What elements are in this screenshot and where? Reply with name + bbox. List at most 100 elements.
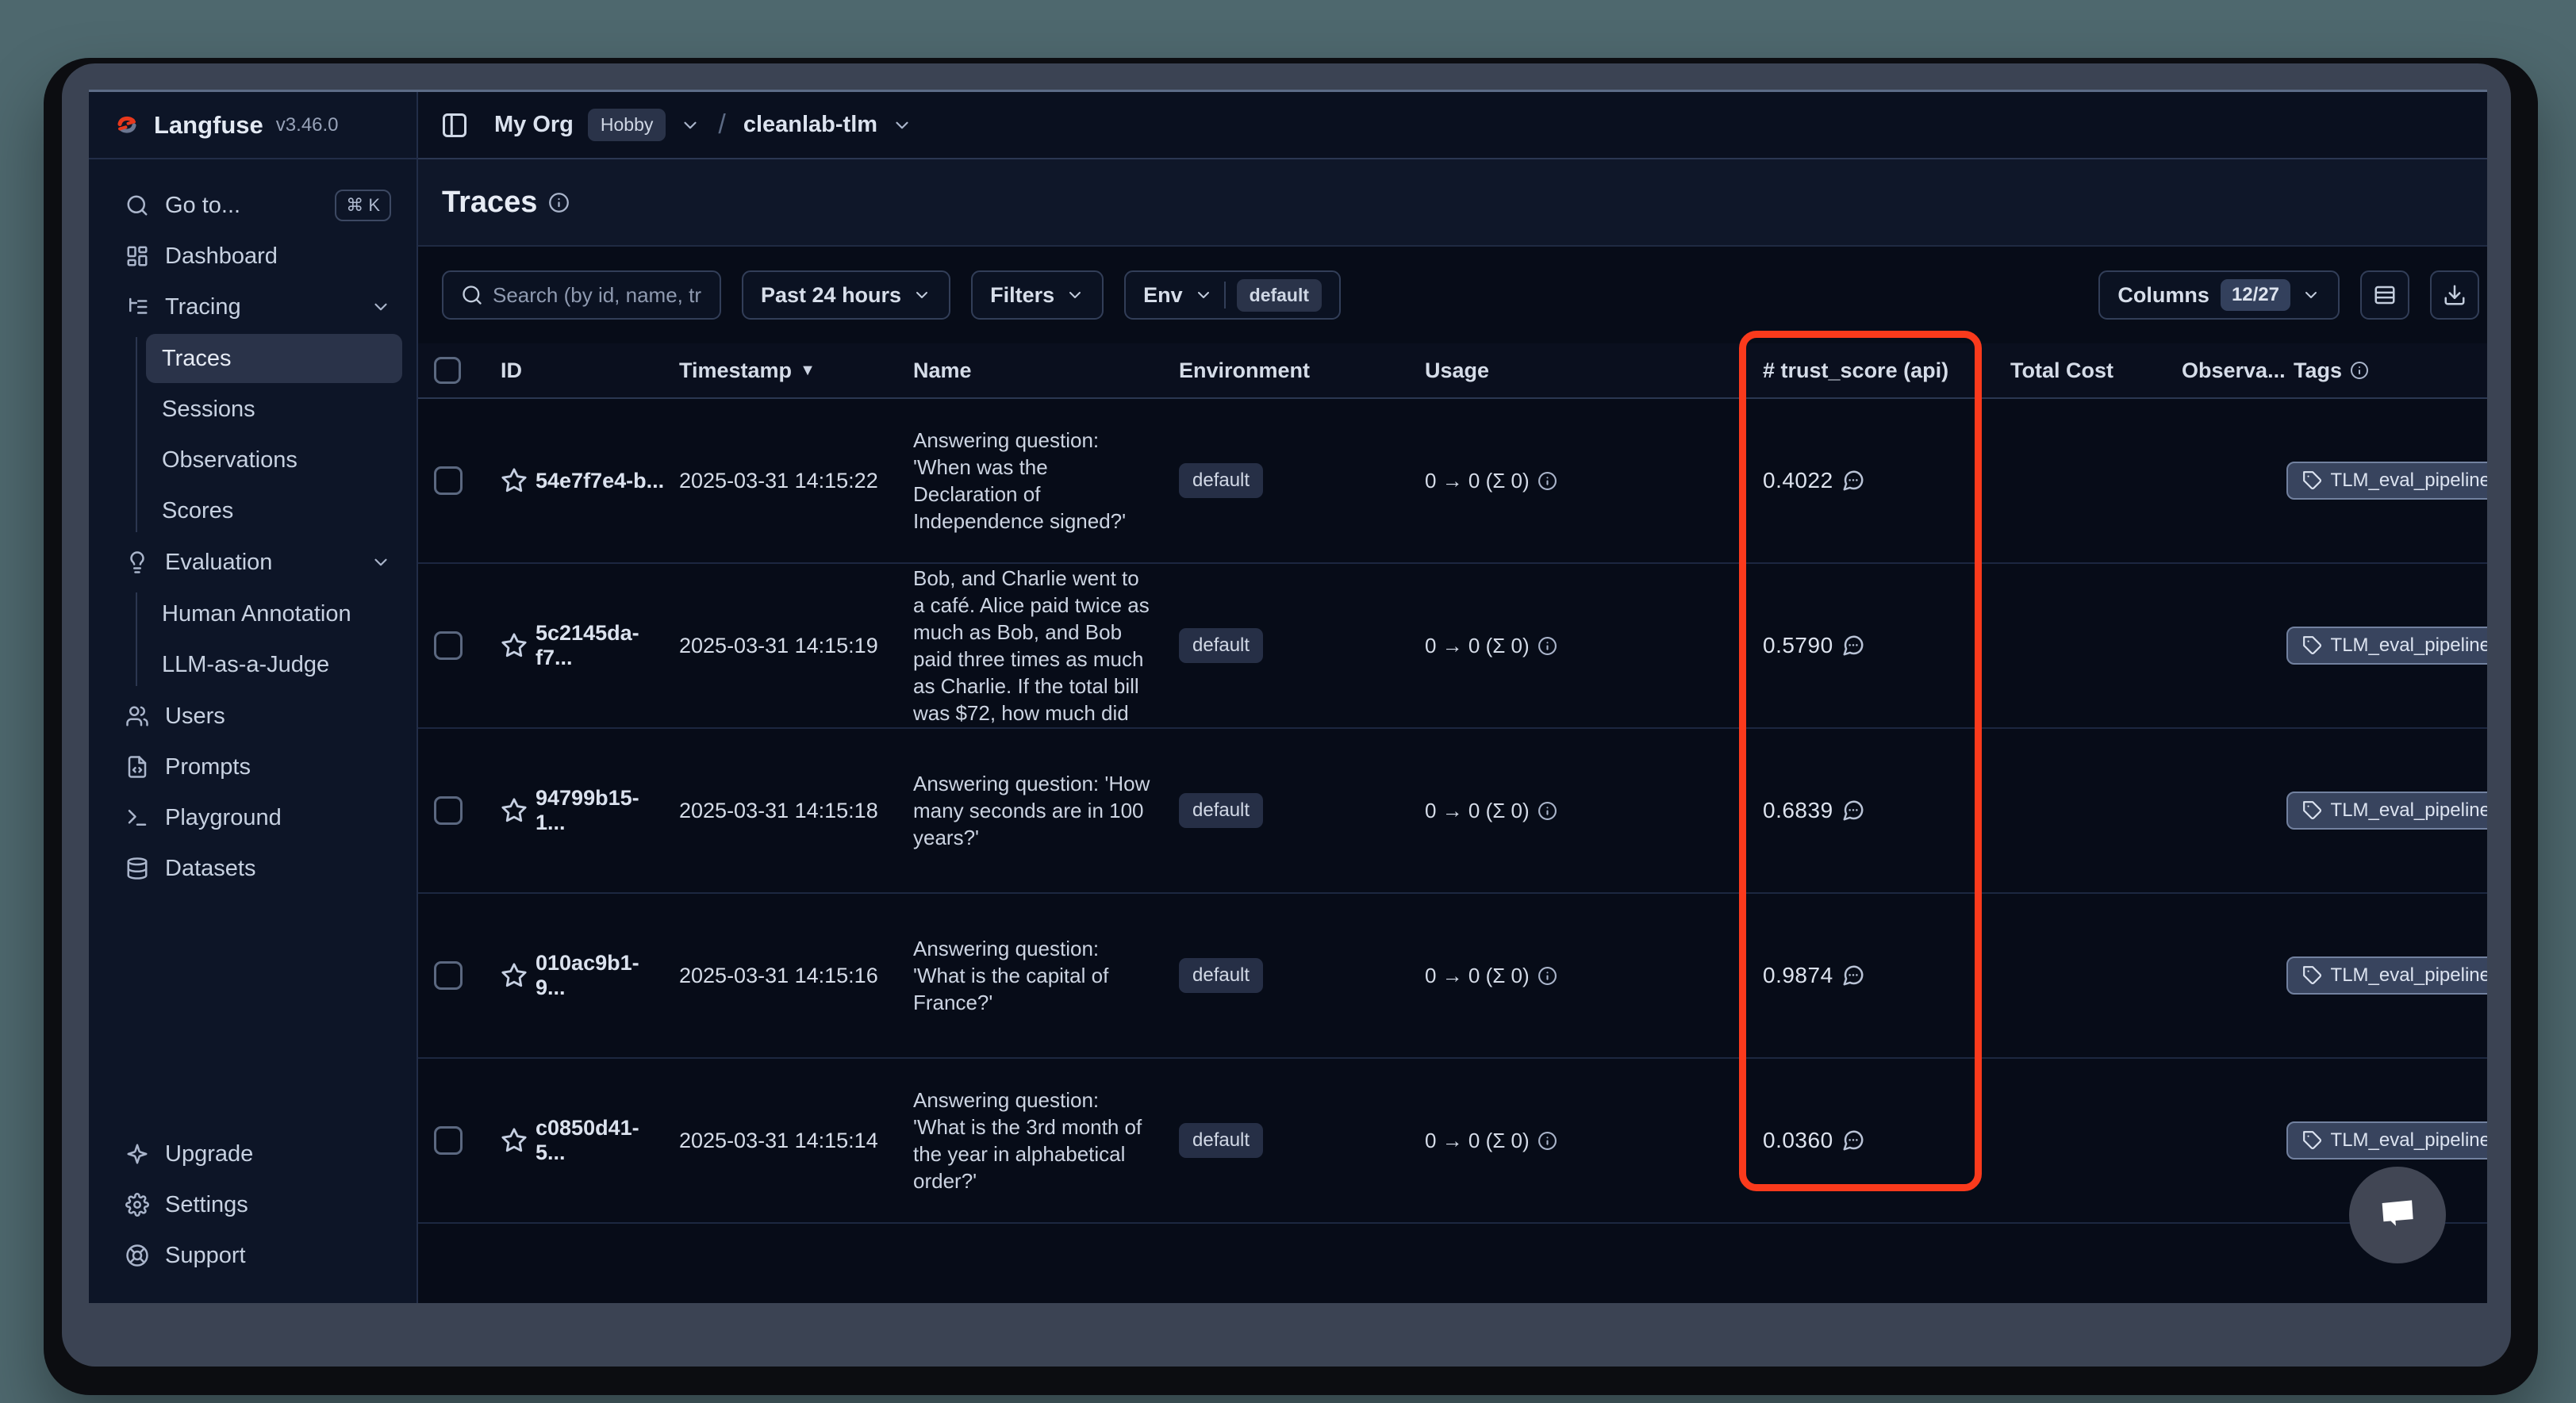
comment-bubble-icon[interactable]: [1841, 634, 1865, 657]
comment-bubble-icon[interactable]: [1841, 964, 1865, 987]
file-code-icon: [125, 755, 149, 779]
trace-id[interactable]: c0850d41-5...: [536, 1116, 668, 1165]
trace-id[interactable]: 5c2145da-f7...: [536, 621, 668, 670]
select-all-checkbox[interactable]: [434, 357, 461, 384]
project-name[interactable]: cleanlab-tlm: [743, 112, 877, 138]
columns-button[interactable]: Columns 12/27: [2098, 270, 2340, 320]
star-icon[interactable]: [501, 632, 528, 659]
trust-score-value: 0.5790: [1763, 633, 1833, 658]
sidebar-item-upgrade[interactable]: Upgrade: [103, 1129, 402, 1179]
column-header-total-cost[interactable]: Total Cost: [1985, 358, 2159, 383]
table-row[interactable]: c0850d41-5... 2025-03-31 14:15:14 Answer…: [418, 1059, 2487, 1224]
langfuse-logo-icon: [113, 111, 141, 140]
chat-widget-button[interactable]: [2349, 1167, 2446, 1263]
star-icon[interactable]: [501, 1127, 528, 1154]
trace-timestamp: 2025-03-31 14:15:22: [679, 469, 878, 493]
chevron-down-icon[interactable]: [680, 115, 701, 136]
goto-shortcut: ⌘ K: [335, 190, 391, 221]
trace-id[interactable]: 94799b15-1...: [536, 786, 668, 835]
chevron-down-icon[interactable]: [892, 115, 912, 136]
comment-bubble-icon[interactable]: [1841, 469, 1865, 493]
download-icon: [2443, 283, 2467, 307]
comment-bubble-icon[interactable]: [1841, 799, 1865, 822]
settings-label: Settings: [165, 1192, 248, 1218]
time-range-button[interactable]: Past 24 hours: [742, 270, 950, 320]
column-header-observations[interactable]: Observa...: [2159, 358, 2282, 383]
star-icon[interactable]: [501, 467, 528, 494]
row-checkbox[interactable]: [434, 796, 463, 825]
row-checkbox[interactable]: [434, 466, 463, 495]
row-checkbox[interactable]: [434, 631, 463, 660]
row-height-button[interactable]: [2360, 270, 2409, 320]
trace-id[interactable]: 010ac9b1-9...: [536, 951, 668, 1000]
search-box: [442, 270, 721, 320]
breadcrumb-separator: /: [715, 109, 728, 140]
evaluation-label: Evaluation: [165, 550, 272, 576]
tag-icon: [2302, 965, 2323, 986]
tag-chip[interactable]: TLM_eval_pipeline: [2286, 792, 2487, 830]
search-input[interactable]: [493, 283, 702, 308]
column-header-name[interactable]: Name: [902, 358, 1168, 383]
trace-timestamp: 2025-03-31 14:15:16: [679, 964, 878, 988]
column-header-environment[interactable]: Environment: [1168, 358, 1414, 383]
sidebar-item-users[interactable]: Users: [103, 691, 402, 742]
row-checkbox[interactable]: [434, 1126, 463, 1155]
sidebar-item-evaluation[interactable]: Evaluation: [103, 537, 402, 588]
terminal-icon: [125, 806, 149, 830]
chevron-down-icon: [912, 286, 931, 305]
column-header-timestamp[interactable]: Timestamp▼: [668, 358, 902, 383]
column-header-tags[interactable]: Tags: [2282, 358, 2487, 383]
sidebar-item-dashboard[interactable]: Dashboard: [103, 231, 402, 282]
sidebar-item-sessions[interactable]: Sessions: [146, 385, 402, 434]
sidebar-item-settings[interactable]: Settings: [103, 1179, 402, 1230]
tag-label: TLM_eval_pipeline: [2331, 634, 2487, 657]
sidebar-item-scores[interactable]: Scores: [146, 486, 402, 535]
support-label: Support: [165, 1243, 246, 1269]
comment-bubble-icon[interactable]: [1841, 1129, 1865, 1152]
info-icon: [1538, 636, 1557, 656]
trace-timestamp: 2025-03-31 14:15:14: [679, 1129, 878, 1153]
tag-chip[interactable]: TLM_eval_pipeline: [2286, 627, 2487, 665]
sidebar-item-human-annotation[interactable]: Human Annotation: [146, 589, 402, 638]
sidebar-item-datasets[interactable]: Datasets: [103, 843, 402, 894]
tag-label: TLM_eval_pipeline: [2331, 964, 2487, 987]
filters-label: Filters: [990, 283, 1054, 308]
org-name[interactable]: My Org: [494, 112, 574, 138]
sidebar-item-playground[interactable]: Playground: [103, 792, 402, 843]
column-header-id[interactable]: ID: [489, 358, 668, 383]
filters-button[interactable]: Filters: [971, 270, 1104, 320]
tag-chip[interactable]: TLM_eval_pipeline: [2286, 462, 2487, 500]
table-row[interactable]: 5c2145da-f7... 2025-03-31 14:15:19 Bob, …: [418, 564, 2487, 729]
column-header-trust-score[interactable]: # trust_score (api): [1739, 358, 1985, 383]
info-icon: [548, 192, 570, 213]
time-range-label: Past 24 hours: [761, 283, 901, 308]
star-icon[interactable]: [501, 797, 528, 824]
star-icon[interactable]: [501, 962, 528, 989]
table-row[interactable]: 54e7f7e4-b... 2025-03-31 14:15:22 Answer…: [418, 399, 2487, 564]
app-title: Langfuse: [154, 111, 263, 140]
sidebar-item-observations[interactable]: Observations: [146, 435, 402, 485]
env-value-badge: default: [1237, 279, 1322, 312]
goto-label: Go to...: [165, 193, 240, 219]
tag-label: TLM_eval_pipeline: [2331, 470, 2487, 492]
column-header-usage[interactable]: Usage: [1414, 358, 1739, 383]
table-toolbar: Past 24 hours Filters Env default Column…: [418, 247, 2487, 343]
playground-label: Playground: [165, 805, 282, 831]
row-checkbox[interactable]: [434, 961, 463, 990]
sidebar-item-traces[interactable]: Traces: [146, 334, 402, 383]
panel-left-toggle-icon[interactable]: [440, 111, 469, 140]
env-filter-button[interactable]: Env default: [1124, 270, 1341, 320]
sidebar-item-llm-as-a-judge[interactable]: LLM-as-a-Judge: [146, 640, 402, 689]
sidebar-item-goto[interactable]: Go to... ⌘ K: [103, 180, 402, 231]
sidebar-item-support[interactable]: Support: [103, 1230, 402, 1281]
export-download-button[interactable]: [2430, 270, 2479, 320]
tag-chip[interactable]: TLM_eval_pipeline: [2286, 956, 2487, 995]
sidebar-item-tracing[interactable]: Tracing: [103, 282, 402, 332]
tracing-icon: [125, 295, 149, 319]
table-row[interactable]: 010ac9b1-9... 2025-03-31 14:15:16 Answer…: [418, 894, 2487, 1059]
tag-chip[interactable]: TLM_eval_pipeline: [2286, 1121, 2487, 1160]
trace-id[interactable]: 54e7f7e4-b...: [536, 469, 664, 493]
table-row[interactable]: 94799b15-1... 2025-03-31 14:15:18 Answer…: [418, 729, 2487, 894]
evaluation-submenu: Human Annotation LLM-as-a-Judge: [103, 588, 402, 691]
sidebar-item-prompts[interactable]: Prompts: [103, 742, 402, 792]
